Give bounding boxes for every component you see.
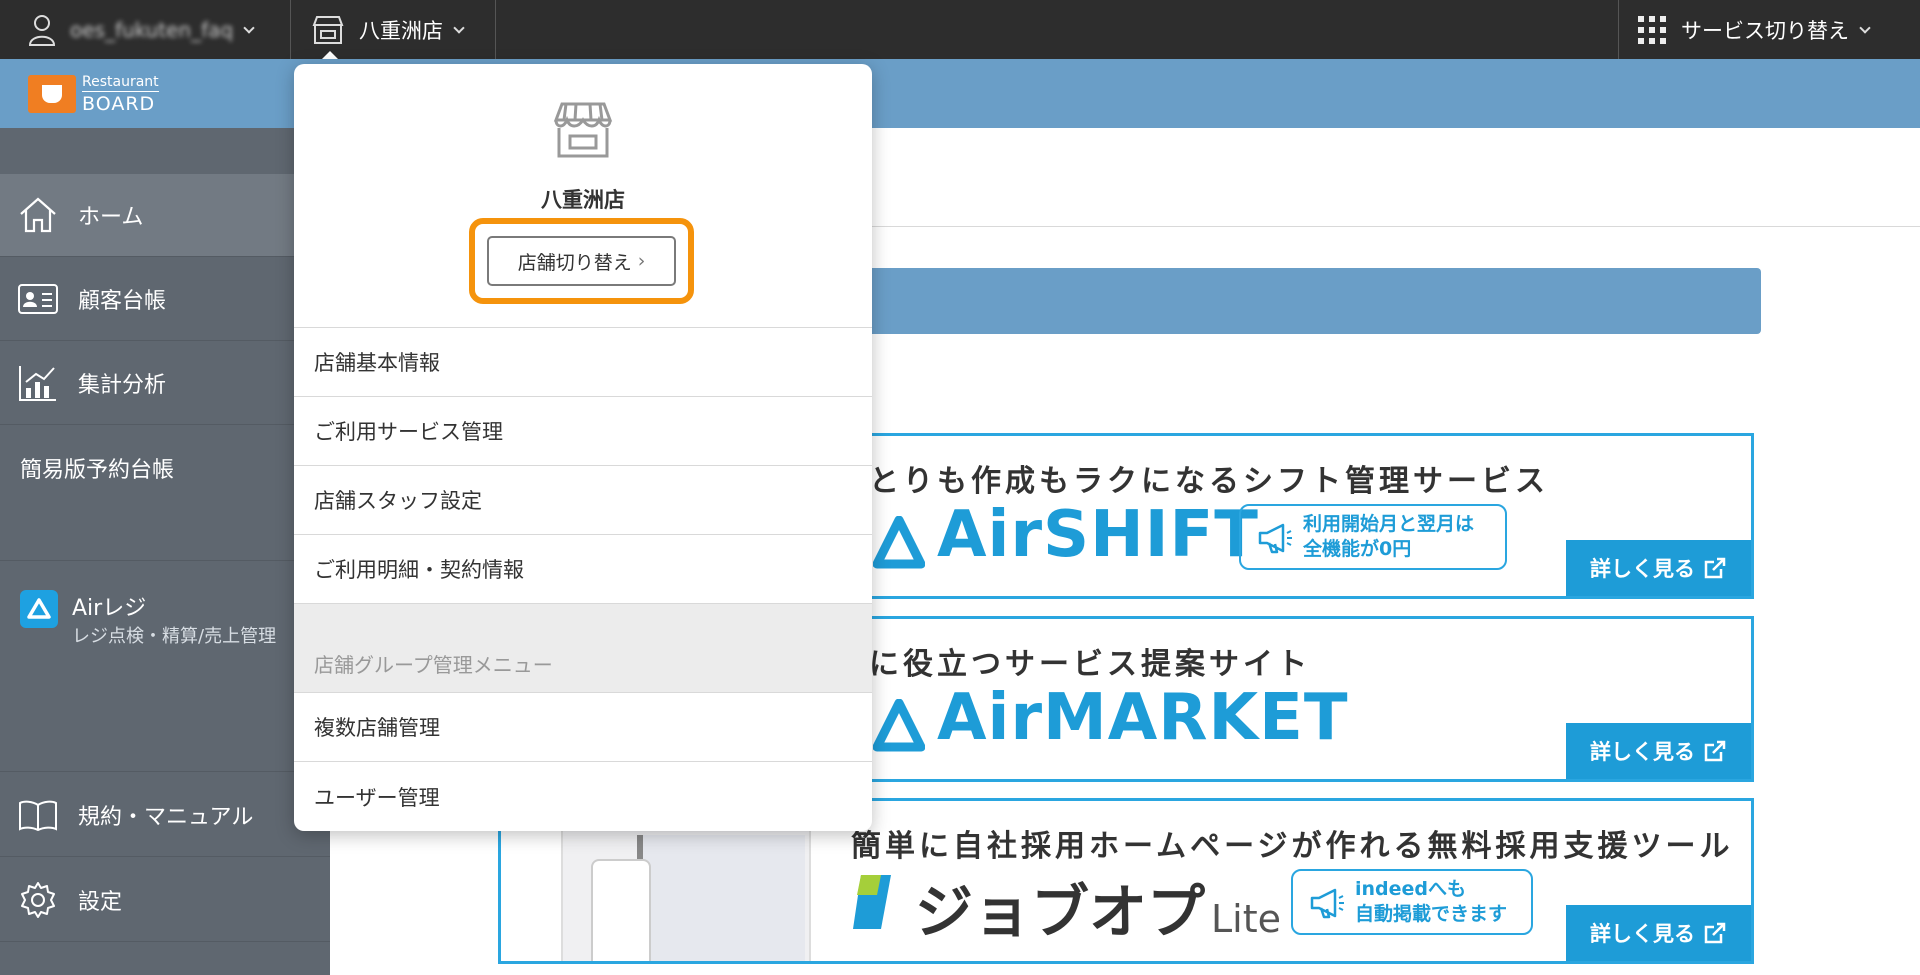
bubble-line1: 利用開始月と翌月は [1303, 513, 1475, 535]
sidebar-item-settings[interactable]: 設定 [0, 858, 330, 942]
sidebar-item-label: 簡易版予約台帳 [20, 458, 175, 483]
username: oes_fukuten_faq [70, 17, 234, 42]
home-icon [18, 195, 58, 235]
user-menu[interactable]: oes_fukuten_faq [0, 0, 291, 59]
airregi-logo-icon [20, 590, 58, 628]
menu-item-user-management[interactable]: ユーザー管理 [294, 762, 872, 831]
sidebar-item-label: 規約・マニュアル [78, 804, 254, 830]
book-icon [18, 795, 58, 835]
airregi-title: Airレジ [72, 596, 147, 621]
header-divider [870, 226, 1920, 227]
menu-item-store-basic-info[interactable]: 店舗基本情報 [294, 328, 872, 397]
air-triangle-logo-icon [873, 699, 925, 752]
sidebar-item-simple-reservation[interactable]: 簡易版予約台帳 [0, 426, 330, 561]
chevron-down-icon [1859, 21, 1871, 34]
highlight-frame: 店舗切り替え › [469, 218, 694, 304]
banner-product-name: AirSHIFT [937, 498, 1259, 572]
menu-item-staff-settings[interactable]: 店舗スタッフ設定 [294, 466, 872, 535]
megaphone-icon [1310, 888, 1344, 919]
store-switch-label: 店舗切り替え [517, 251, 632, 274]
logo-line1: Restaurant [82, 73, 159, 92]
external-link-icon [1704, 740, 1726, 762]
sidebar-item-label: ホーム [78, 205, 144, 230]
section-header-bar [870, 268, 1761, 334]
details-button-label: 詳しく見る [1590, 740, 1695, 764]
banner-catchphrase: 簡単に自社採用ホームページが作れる無料採用支援ツール [851, 829, 1734, 864]
details-button[interactable]: 詳しく見る [1566, 540, 1751, 596]
banner-catchphrase: やりとりも作成もラクになるシフト管理サービス [801, 464, 1549, 499]
store-switch-button[interactable]: 店舗切り替え › [487, 236, 676, 286]
menu-item-multi-store[interactable]: 複数店舗管理 [294, 693, 872, 762]
jobop-logo-icon [853, 875, 891, 929]
sidebar-item-label: 顧客台帳 [78, 289, 167, 314]
gear-icon [18, 880, 58, 920]
banner-bubble: indeedへも 自動掲載できます [1291, 869, 1533, 935]
chevron-right-icon: › [637, 250, 646, 272]
apps-grid-icon [1638, 15, 1666, 44]
logo-mark-icon [28, 75, 76, 113]
sidebar-item-customers[interactable]: 顧客台帳 [0, 258, 330, 341]
details-button-label: 詳しく見る [1590, 557, 1695, 581]
external-link-icon [1704, 557, 1726, 579]
details-button[interactable]: 詳しく見る [1566, 723, 1751, 779]
group-menu-header: 店舗グループ管理メニュー [294, 604, 872, 693]
sidebar: ホーム 顧客台帳 集計分析 簡易版予約台帳 Airレジ レジ点検・精算/売上管理… [0, 128, 330, 975]
chart-icon [18, 363, 58, 403]
sidebar-item-terms-manual[interactable]: 規約・マニュアル [0, 773, 330, 857]
sidebar-item-label: 設定 [78, 889, 123, 915]
menu-item-billing-contract[interactable]: ご利用明細・契約情報 [294, 535, 872, 604]
store-icon [312, 15, 344, 44]
restaurant-board-logo[interactable]: Restaurant BOARD [28, 70, 178, 118]
id-card-icon [18, 279, 58, 319]
store-icon [553, 102, 613, 158]
sidebar-item-label: 集計分析 [78, 373, 167, 398]
product-name-main: ジョブオプ [915, 878, 1206, 946]
store-dropdown: 八重洲店 店舗切り替え › 店舗基本情報 ご利用サービス管理 店舗スタッフ設定 … [294, 64, 872, 831]
banner-product-name: ジョブオプ Lite [915, 865, 1281, 949]
sidebar-item-analytics[interactable]: 集計分析 [0, 342, 330, 425]
details-button-label: 詳しく見る [1590, 922, 1695, 946]
service-switch-label: サービス切り替え [1681, 18, 1849, 43]
store-name: 八重洲店 [359, 18, 443, 43]
megaphone-icon [1258, 523, 1292, 554]
store-dropdown-header: 八重洲店 店舗切り替え › [294, 64, 872, 328]
sidebar-item-home[interactable]: ホーム [0, 174, 330, 257]
menu-item-service-management[interactable]: ご利用サービス管理 [294, 397, 872, 466]
brand-band [0, 59, 1920, 128]
chevron-down-icon [243, 21, 255, 34]
dropdown-store-name: 八重洲店 [541, 188, 625, 212]
chevron-down-icon [453, 21, 465, 34]
product-name-suffix: Lite [1211, 897, 1282, 941]
top-bar: oes_fukuten_faq 八重洲店 サービス切り替え [0, 0, 1920, 60]
details-button[interactable]: 詳しく見る [1566, 905, 1751, 961]
air-triangle-logo-icon [873, 516, 925, 569]
banner-catchphrase: お店に役立つサービス提案サイト [801, 647, 1311, 682]
jobop-screenshot-image [561, 827, 811, 961]
sidebar-item-airregi[interactable]: Airレジ レジ点検・精算/売上管理 [0, 562, 330, 772]
airregi-subtitle: レジ点検・精算/売上管理 [72, 626, 277, 647]
service-switch-button[interactable]: サービス切り替え [1618, 0, 1920, 59]
logo-line2: BOARD [82, 92, 156, 115]
banner-product-name: AirMARKET [937, 681, 1349, 755]
external-link-icon [1704, 922, 1726, 944]
store-menu[interactable]: 八重洲店 [291, 0, 496, 60]
bubble-line2: 自動掲載できます [1355, 903, 1508, 925]
bubble-line2: 全機能が0円 [1303, 538, 1412, 560]
banner-bubble: 利用開始月と翌月は 全機能が0円 [1239, 504, 1507, 570]
bubble-line1: indeedへも [1355, 878, 1467, 900]
user-icon [28, 14, 56, 46]
